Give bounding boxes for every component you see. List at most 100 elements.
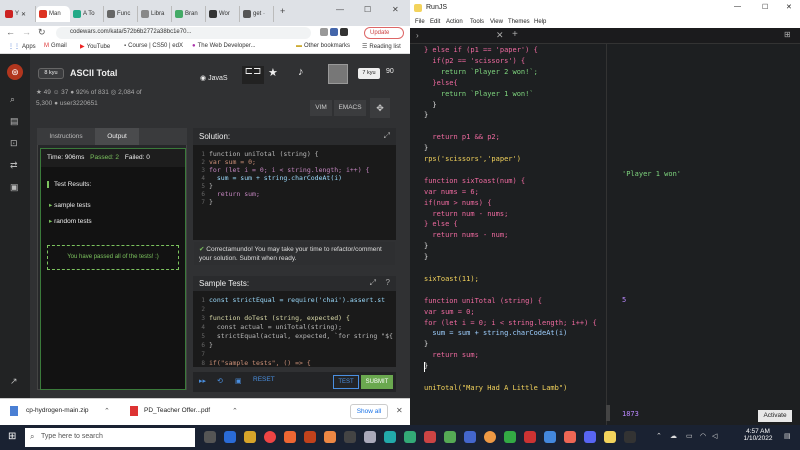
discord-icon[interactable] bbox=[584, 431, 596, 443]
reload-icon[interactable]: ↻ bbox=[38, 27, 46, 38]
task-view-icon[interactable] bbox=[204, 431, 216, 443]
bookmark-apps[interactable]: ⋮⋮ Apps bbox=[8, 43, 36, 51]
app-icon[interactable] bbox=[524, 431, 536, 443]
wifi-icon[interactable]: ◠ bbox=[700, 432, 706, 440]
bookmark-reading-list[interactable]: ☰ Reading list bbox=[362, 43, 401, 51]
extension-icon[interactable] bbox=[340, 28, 348, 36]
test-button[interactable]: TEST bbox=[333, 375, 359, 389]
extension-icons[interactable] bbox=[320, 28, 350, 38]
avatar[interactable] bbox=[328, 64, 348, 84]
menu-action[interactable]: Action bbox=[446, 19, 463, 25]
maximize-icon[interactable]: ☐ bbox=[762, 3, 768, 11]
tab-output[interactable]: Output bbox=[95, 128, 139, 145]
play-icon[interactable]: ▸▸ bbox=[199, 377, 206, 385]
extension-icon[interactable] bbox=[330, 28, 338, 36]
app-icon[interactable] bbox=[424, 431, 436, 443]
windows-start-icon[interactable]: ⊞ bbox=[8, 431, 16, 442]
menu-themes[interactable]: Themes bbox=[508, 19, 530, 25]
volume-icon[interactable]: ◁ bbox=[712, 432, 717, 440]
app-icon[interactable] bbox=[324, 431, 336, 443]
app-icon[interactable] bbox=[384, 431, 396, 443]
menu-view[interactable]: View bbox=[490, 19, 503, 25]
menu-edit[interactable]: Edit bbox=[430, 19, 440, 25]
app-icon[interactable] bbox=[544, 431, 556, 443]
expand-tests-icon[interactable]: ⤢ bbox=[370, 278, 376, 288]
app-icon[interactable] bbox=[464, 431, 476, 443]
show-all-button[interactable]: Show all bbox=[350, 404, 388, 419]
codewars-logo-icon[interactable]: ⊛ bbox=[7, 64, 23, 80]
chrome-icon[interactable] bbox=[264, 431, 276, 443]
expand-editor-icon[interactable]: ⤢ bbox=[384, 131, 390, 141]
new-tab-icon[interactable]: + bbox=[280, 6, 285, 16]
maximize-icon[interactable]: ☐ bbox=[364, 5, 371, 14]
close-icon[interactable]: ✕ bbox=[786, 3, 792, 11]
url-input[interactable]: codewars.com/kata/572b6b2772a38bc1e70... bbox=[56, 27, 311, 39]
chat-icon[interactable]: ▣ bbox=[10, 182, 19, 193]
app-icon[interactable] bbox=[364, 431, 376, 443]
play-icon[interactable]: › bbox=[416, 31, 419, 40]
app-icon[interactable] bbox=[404, 431, 416, 443]
practice-icon[interactable]: ⊡ bbox=[10, 138, 18, 149]
close-tab-icon[interactable]: ✕ bbox=[496, 30, 504, 41]
book-icon[interactable]: ▤ bbox=[10, 116, 19, 127]
menu-help[interactable]: Help bbox=[534, 19, 546, 25]
extension-icon[interactable] bbox=[320, 28, 328, 36]
menu-file[interactable]: File bbox=[415, 19, 425, 25]
language-selector[interactable]: ◉ JavaS bbox=[200, 74, 228, 82]
minimize-icon[interactable]: — bbox=[734, 3, 741, 10]
close-icon[interactable]: ✕ bbox=[396, 406, 403, 415]
tab-instructions[interactable]: Instructions bbox=[37, 128, 95, 145]
app-icon[interactable] bbox=[624, 431, 636, 443]
sample-tests-editor[interactable]: 1 const strictEqual = require('chai').ass… bbox=[193, 291, 396, 367]
app-icon[interactable] bbox=[304, 431, 316, 443]
browser-tab[interactable]: Wor bbox=[206, 6, 240, 22]
runjs-editor[interactable]: } else if (p1 == 'paper') { if(p2 == 'sc… bbox=[410, 44, 610, 425]
runjs-icon[interactable] bbox=[604, 431, 616, 443]
chevron-up-icon[interactable]: ⌃ bbox=[104, 407, 110, 415]
code-icon[interactable]: ⊏⊐ bbox=[242, 66, 264, 84]
browser-tab-active[interactable]: Man bbox=[36, 6, 70, 22]
edge-icon[interactable] bbox=[224, 431, 236, 443]
update-button[interactable]: Update bbox=[364, 27, 404, 39]
kata-author[interactable]: user3220651 bbox=[60, 100, 98, 107]
app-icon[interactable] bbox=[444, 431, 456, 443]
download-item[interactable]: cp-hydrogen-main.zip bbox=[26, 407, 89, 414]
bookmark-webdev[interactable]: ● The Web Developer... bbox=[192, 43, 256, 49]
random-tests-item[interactable]: ▸ random tests bbox=[49, 217, 92, 225]
cloud-icon[interactable]: ☁ bbox=[670, 432, 677, 440]
pane-divider[interactable] bbox=[606, 44, 607, 425]
notifications-icon[interactable]: ♪ bbox=[298, 66, 304, 78]
download-item[interactable]: PD_Teacher Offer...pdf bbox=[144, 407, 210, 414]
browser-tab[interactable]: A To bbox=[70, 6, 104, 22]
battery-icon[interactable]: ▭ bbox=[686, 432, 693, 440]
solution-editor[interactable]: 1 function uniTotal (string) { 2 var sum =… bbox=[193, 145, 396, 240]
bookmark-cs50[interactable]: ▪ Course | CS50 | edX bbox=[124, 43, 183, 49]
app-icon[interactable] bbox=[564, 431, 576, 443]
bookmark-star-icon[interactable]: ★ bbox=[268, 66, 278, 79]
shuffle-icon[interactable]: ⇄ bbox=[10, 160, 18, 171]
menu-tools[interactable]: Tools bbox=[470, 19, 484, 25]
bookmark-youtube[interactable]: ▶ YouTube bbox=[80, 43, 110, 51]
discuss-icon[interactable]: ▣ bbox=[235, 377, 242, 385]
chevron-up-icon[interactable]: ⌃ bbox=[232, 407, 238, 415]
minimize-icon[interactable]: — bbox=[336, 5, 344, 14]
new-tab-icon[interactable]: + bbox=[512, 29, 518, 40]
app-icon[interactable] bbox=[344, 431, 356, 443]
app-icon[interactable] bbox=[484, 431, 496, 443]
browser-tab[interactable]: Func bbox=[104, 6, 138, 22]
collapse-icon[interactable]: ↗ bbox=[10, 376, 18, 387]
sample-tests-item[interactable]: ▸ sample tests bbox=[49, 201, 91, 209]
bookmark-gmail[interactable]: M Gmail bbox=[44, 43, 67, 49]
activate-button[interactable]: Activate bbox=[758, 410, 792, 422]
emacs-button[interactable]: EMACS bbox=[334, 100, 366, 116]
forward-icon[interactable]: → bbox=[22, 27, 31, 37]
refresh-icon[interactable]: ⟲ bbox=[217, 377, 223, 385]
app-icon[interactable] bbox=[284, 431, 296, 443]
reset-button[interactable]: RESET bbox=[253, 376, 275, 383]
search-icon[interactable]: ⌕ bbox=[10, 94, 15, 105]
close-icon[interactable]: ✕ bbox=[392, 5, 399, 14]
browser-tab[interactable]: Libra bbox=[138, 6, 172, 22]
back-icon[interactable]: ← bbox=[6, 27, 15, 37]
fullscreen-icon[interactable]: ✥ bbox=[370, 98, 390, 118]
vim-button[interactable]: VIM bbox=[310, 100, 332, 116]
